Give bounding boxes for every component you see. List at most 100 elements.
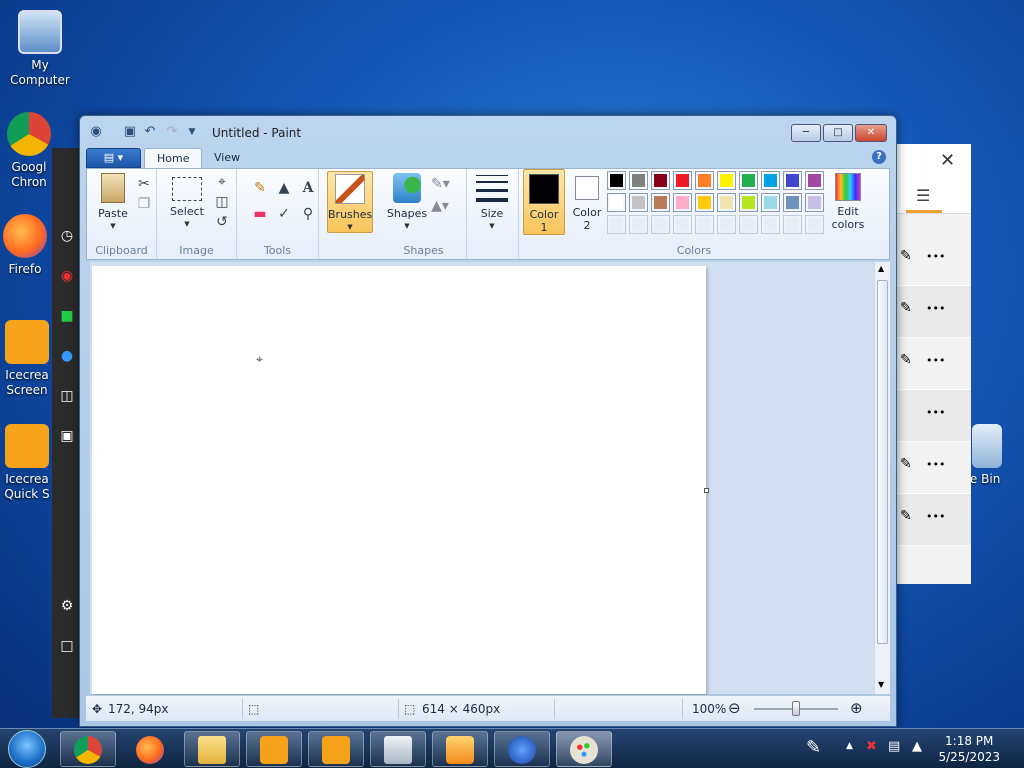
palette-swatch[interactable] <box>651 193 670 212</box>
zoom-out-button[interactable]: ⊖ <box>728 699 741 717</box>
magnifier-icon[interactable]: ⚲ <box>299 205 317 223</box>
paste-button[interactable]: Paste ▼ <box>93 173 133 233</box>
list-item[interactable]: ✎ ••• <box>896 234 971 286</box>
edit-icon[interactable]: ✎ <box>900 248 912 264</box>
taskbar-calculator[interactable] <box>370 731 426 767</box>
more-options-icon[interactable]: ••• <box>926 302 945 315</box>
list-item[interactable]: ✎ ••• <box>896 494 971 546</box>
pen-tray-icon[interactable]: ✎ <box>806 737 821 758</box>
feedback-icon[interactable]: □ <box>52 626 82 666</box>
scroll-down-icon[interactable]: ▼ <box>878 680 884 689</box>
palette-swatch[interactable] <box>783 171 802 190</box>
vertical-scrollbar[interactable]: ▲ ▼ <box>874 262 890 694</box>
palette-swatch[interactable] <box>805 215 824 234</box>
list-icon[interactable]: ☰ <box>916 186 930 205</box>
network-warning-icon[interactable]: ✖ <box>866 739 877 754</box>
desktop-icon-icecream-quick[interactable]: Icecrea Quick S <box>0 424 58 502</box>
palette-swatch[interactable] <box>695 193 714 212</box>
desktop-icon-my-computer[interactable]: My Computer <box>0 10 80 88</box>
eraser-icon[interactable]: ▬ <box>251 205 269 223</box>
palette-swatch[interactable] <box>629 171 648 190</box>
palette-swatch[interactable] <box>607 171 626 190</box>
palette-swatch[interactable] <box>761 193 780 212</box>
palette-swatch[interactable] <box>629 215 648 234</box>
palette-swatch[interactable] <box>717 171 736 190</box>
color2-button[interactable]: Color 2 <box>569 173 605 232</box>
color-picker-icon[interactable]: ✓ <box>275 205 293 223</box>
save-icon[interactable]: ▣ <box>122 124 138 140</box>
redo-icon[interactable]: ↷ <box>164 124 180 140</box>
palette-swatch[interactable] <box>783 215 802 234</box>
size-button[interactable]: Size ▼ <box>471 175 513 233</box>
more-options-icon[interactable]: ••• <box>926 406 945 419</box>
outline-icon[interactable]: ✎▾ <box>431 175 450 193</box>
taskbar-icecream-quick[interactable] <box>308 731 364 767</box>
scroll-up-icon[interactable]: ▲ <box>878 264 884 273</box>
palette-swatch[interactable] <box>607 193 626 212</box>
clipboard-icon[interactable]: ▣ <box>52 416 82 456</box>
taskbar-firefox[interactable] <box>122 731 178 767</box>
pencil-icon[interactable]: ✎ <box>251 179 269 197</box>
palette-swatch[interactable] <box>629 193 648 212</box>
palette-swatch[interactable] <box>695 171 714 190</box>
edit-icon[interactable]: ✎ <box>900 300 912 316</box>
microphone-icon[interactable]: ● <box>52 336 82 376</box>
tab-home[interactable]: Home <box>144 148 203 169</box>
zoom-in-button[interactable]: ⊕ <box>850 699 863 717</box>
more-options-icon[interactable]: ••• <box>926 250 945 263</box>
taskbar-media-player[interactable] <box>432 731 488 767</box>
palette-swatch[interactable] <box>739 193 758 212</box>
close-icon[interactable]: ✕ <box>940 150 955 171</box>
palette-swatch[interactable] <box>783 193 802 212</box>
title-bar[interactable]: ◉ ▣ ↶ ↷ ▼ Untitled - Paint ─ □ ✕ <box>80 116 896 146</box>
start-button[interactable] <box>8 730 46 768</box>
palette-swatch[interactable] <box>673 193 692 212</box>
edit-icon[interactable]: ✎ <box>900 352 912 368</box>
maximize-button[interactable]: □ <box>823 124 853 142</box>
palette-swatch[interactable] <box>761 171 780 190</box>
desktop-icon-icecream-screen[interactable]: Icecrea Screen <box>0 320 58 398</box>
palette-swatch[interactable] <box>805 171 824 190</box>
resize-icon[interactable]: ◫ <box>213 193 231 211</box>
palette-swatch[interactable] <box>805 193 824 212</box>
minimize-button[interactable]: ─ <box>791 124 821 142</box>
desktop-icon-firefox[interactable]: Firefo <box>0 214 56 277</box>
list-item[interactable]: ••• <box>896 390 971 442</box>
taskbar-paint[interactable] <box>556 731 612 767</box>
desktop-icon-chrome[interactable]: Googl Chron <box>0 112 60 190</box>
palette-swatch[interactable] <box>607 215 626 234</box>
more-options-icon[interactable]: ••• <box>926 510 945 523</box>
scrollbar-thumb[interactable] <box>877 280 888 644</box>
palette-swatch[interactable] <box>717 193 736 212</box>
fill-shape-icon[interactable]: ▲▾ <box>431 197 449 215</box>
edit-icon[interactable]: ✎ <box>900 508 912 524</box>
rotate-icon[interactable]: ↺ <box>213 213 231 231</box>
canvas-resize-handle[interactable] <box>704 488 709 493</box>
palette-swatch[interactable] <box>717 215 736 234</box>
brushes-button[interactable]: Brushes ▼ <box>327 171 373 233</box>
taskbar-icecream-screen[interactable] <box>246 731 302 767</box>
system-clock[interactable]: 1:18 PM 5/25/2023 <box>938 733 1000 765</box>
record-icon[interactable]: ◉ <box>52 256 82 296</box>
shapes-button[interactable]: Shapes ▼ <box>385 173 429 233</box>
palette-swatch[interactable] <box>739 215 758 234</box>
settings-icon[interactable]: ⚙ <box>52 586 82 626</box>
taskbar-help[interactable] <box>494 731 550 767</box>
palette-swatch[interactable] <box>739 171 758 190</box>
palette-swatch[interactable] <box>673 171 692 190</box>
taskbar-chrome[interactable] <box>60 731 116 767</box>
more-options-icon[interactable]: ••• <box>926 354 945 367</box>
list-item[interactable]: ✎ ••• <box>896 442 971 494</box>
camera-icon[interactable]: ■ <box>52 296 82 336</box>
text-icon[interactable]: A <box>299 179 317 197</box>
palette-swatch[interactable] <box>761 215 780 234</box>
edit-icon[interactable]: ✎ <box>900 456 912 472</box>
crop-icon[interactable]: ⌖ <box>213 173 231 191</box>
tab-view[interactable]: View <box>202 148 252 169</box>
cut-icon[interactable]: ✂ <box>135 175 153 193</box>
color1-button[interactable]: Color 1 <box>523 169 565 235</box>
fill-icon[interactable]: ▲ <box>275 179 293 197</box>
undo-icon[interactable]: ↶ <box>142 124 158 140</box>
taskbar-explorer[interactable] <box>184 731 240 767</box>
help-icon[interactable]: ? <box>872 150 886 164</box>
